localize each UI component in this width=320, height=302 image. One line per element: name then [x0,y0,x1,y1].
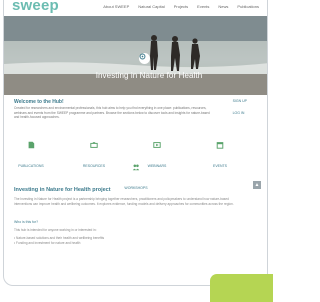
project-intro: The Investing in Nature for Health proje… [14,197,234,206]
category-publications[interactable]: PUBLICATIONS [6,141,56,172]
browser-screen: sweep About SWEEP Natural Capital Projec… [3,0,268,286]
nav-item-events[interactable]: Events [197,4,209,9]
site-logo[interactable]: sweep [12,0,59,14]
video-icon [153,142,161,148]
location-pin-icon [139,53,150,64]
bullet-text: Nature-based solutions and their health … [16,236,105,240]
project-bullet: • Funding and investment for nature and … [14,241,81,245]
account-links: SIGN UP LOG IN [233,99,247,115]
calendar-icon [216,142,224,149]
nav-item-publications[interactable]: Publications [237,4,259,9]
project-heading: Investing in Nature for Health project [14,187,111,193]
nav-item-about[interactable]: About SWEEP [103,4,129,9]
log-in-link[interactable]: LOG IN [233,111,247,115]
document-icon [28,141,35,149]
project-subheading: Who is this for? [14,220,39,224]
scroll-up-button[interactable]: ▲ [253,181,261,189]
project-bullet: • Nature-based solutions and their healt… [14,236,105,240]
category-label: EVENTS [212,164,227,168]
main-nav: About SWEEP Natural Capital Projects Eve… [103,4,259,9]
chevron-up-icon: ▲ [254,182,260,188]
sign-up-link[interactable]: SIGN UP [233,99,247,103]
toolkit-icon [90,142,98,148]
nav-item-natural-capital[interactable]: Natural Capital [138,4,164,9]
bullet-text: Funding and investment for nature and he… [16,241,81,245]
accent-block [210,274,273,302]
project-section: Investing in Nature for Health project T… [4,185,267,285]
welcome-text: Created for researchers and environmenta… [14,106,210,119]
site-header: sweep About SWEEP Natural Capital Projec… [4,0,267,16]
hero-title: Investing in Nature for Health [95,71,203,80]
welcome-heading: Welcome to the Hub! [14,99,64,105]
people-icon [132,164,140,171]
beach-scene-image [4,16,267,95]
category-grid: PUBLICATIONS RESOURCES WEBINARS EVENTS W… [4,139,267,190]
nav-item-projects[interactable]: Projects [174,4,188,9]
project-body: This hub is intended for anyone working … [14,228,97,232]
category-label: PUBLICATIONS [18,164,44,168]
welcome-section: Welcome to the Hub! Created for research… [4,95,267,139]
category-events[interactable]: EVENTS [195,141,245,172]
category-label: RESOURCES [82,164,106,168]
nav-item-news[interactable]: News [218,4,228,9]
hero-banner: Investing in Nature for Health [4,16,267,95]
